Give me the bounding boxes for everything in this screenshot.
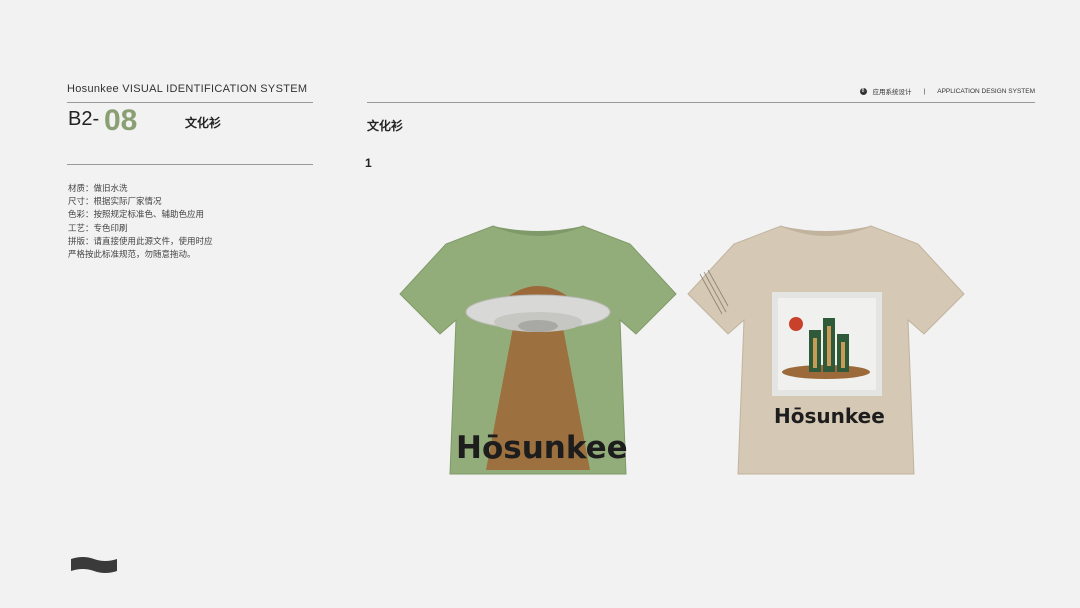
wave-flag-icon bbox=[71, 557, 117, 573]
spec-item-color: 色彩：按照规定标准色、辅助色应用 bbox=[68, 210, 205, 221]
beige-shirt-logo-text: Hōsunkee bbox=[774, 404, 885, 428]
page-code-prefix: B2- bbox=[68, 108, 100, 130]
left-top-rule bbox=[67, 102, 313, 103]
spec-item-size: 尺寸：根据实际厂家情况 bbox=[68, 197, 162, 208]
spec-item-material: 材质：做旧水洗 bbox=[68, 184, 128, 194]
spec-list: 材质：做旧水洗 尺寸：根据实际厂家情况 色彩：按照规定标准色、辅助色应用 工艺：… bbox=[68, 183, 213, 262]
green-tshirt-mockup: Hōsunkee bbox=[398, 222, 678, 478]
header-right: 8 应用系统设计 | APPLICATION DESIGN SYSTEM bbox=[859, 86, 1035, 96]
green-shirt-logo-text: Hōsunkee bbox=[456, 430, 628, 466]
page-code-number: 08 bbox=[104, 104, 138, 137]
header-right-en: APPLICATION DESIGN SYSTEM bbox=[937, 87, 1035, 95]
footer-brand-mark bbox=[71, 556, 117, 578]
spec-item-craft: 工艺：专色印刷 bbox=[68, 223, 128, 234]
header-right-cn: 应用系统设计 bbox=[872, 89, 912, 96]
main-title: 文化衫 bbox=[367, 119, 404, 133]
item-number: 1 bbox=[365, 156, 372, 170]
section-title: 文化衫 bbox=[185, 116, 222, 130]
beige-tshirt-graphic bbox=[687, 225, 965, 475]
header-separator: | bbox=[923, 87, 926, 95]
spec-item-layout: 拼版：请直接使用此源文件，使用时应 bbox=[68, 236, 213, 247]
right-top-rule bbox=[367, 102, 1035, 103]
beige-tshirt-mockup: Hōsunkee bbox=[686, 222, 966, 478]
section-number-badge: 8 bbox=[859, 87, 867, 95]
brand-title: Hosunkee VISUAL IDENTIFICATION SYSTEM bbox=[67, 83, 308, 95]
spec-item-layout-cont: 严格按此标准规范，勿随意拖动。 bbox=[68, 250, 196, 261]
left-mid-rule bbox=[67, 164, 313, 165]
